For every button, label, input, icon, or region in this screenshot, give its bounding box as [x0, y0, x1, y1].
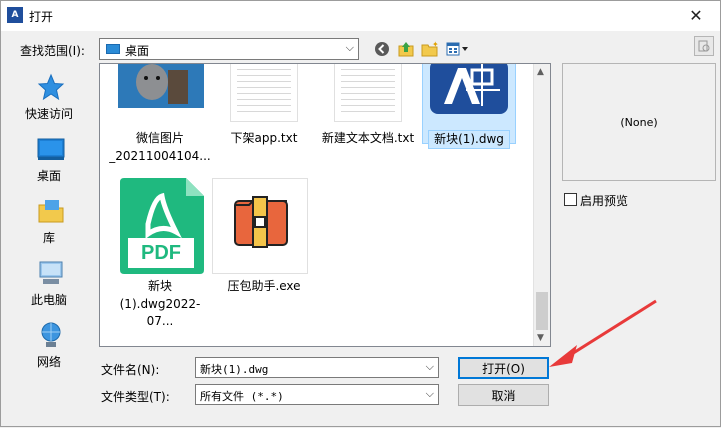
- dialog-title: 打开: [29, 10, 54, 24]
- library-icon: [37, 197, 65, 225]
- svg-text:✦: ✦: [432, 40, 439, 49]
- file-name: 下架app.txt: [230, 131, 298, 145]
- file-item[interactable]: 新建文本文档.txt: [316, 64, 420, 154]
- place-label: 网络: [36, 355, 61, 369]
- filetype-value: 所有文件 (*.*): [200, 390, 284, 403]
- file-name: 微信图片: [135, 131, 184, 145]
- place-label: 快速访问: [24, 107, 73, 121]
- file-item[interactable]: 微信图片 _20211004104...: [108, 64, 212, 174]
- file-list-scrollbar[interactable]: ▲ ▼: [533, 64, 550, 346]
- place-label: 桌面: [36, 169, 61, 183]
- tools-icon[interactable]: [694, 36, 714, 56]
- new-folder-icon[interactable]: ✦: [421, 40, 439, 58]
- chevron-down-icon[interactable]: ⌵: [426, 360, 434, 374]
- network-icon: [37, 321, 65, 349]
- enable-preview-checkbox[interactable]: [564, 193, 577, 206]
- star-icon: [37, 73, 65, 101]
- place-label: 库: [42, 231, 55, 245]
- open-file-dialog: A 打开 ✕ 查找范围(I): 桌面 ⌵ ✦ 快速访问 桌面 库 此电脑 网络 …: [0, 0, 721, 427]
- pdf-badge-label: PDF: [141, 242, 181, 264]
- back-icon[interactable]: [373, 40, 391, 58]
- place-quick-access[interactable]: 快速访问: [7, 67, 91, 127]
- file-name: 新块(1).dwg: [428, 130, 510, 149]
- look-in-value: 桌面: [125, 44, 150, 58]
- place-network[interactable]: 网络: [7, 315, 91, 375]
- chevron-down-icon: ⌵: [345, 41, 354, 54]
- scroll-up-icon[interactable]: ▲: [537, 67, 544, 77]
- filename-label: 文件名(N):: [101, 363, 160, 377]
- computer-icon: [37, 259, 65, 287]
- text-file-thumbnail: [334, 64, 402, 122]
- desktop-icon: [37, 135, 65, 163]
- place-this-pc[interactable]: 此电脑: [7, 253, 91, 313]
- cancel-button[interactable]: 取消: [458, 384, 549, 406]
- photo-thumbnail: [118, 64, 204, 108]
- scroll-down-icon[interactable]: ▼: [537, 333, 544, 343]
- places-bar: 快速访问 桌面 库 此电脑 网络: [7, 63, 91, 383]
- filetype-select[interactable]: 所有文件 (*.*) ⌵: [195, 384, 439, 405]
- filename-value: 新块(1).dwg: [200, 363, 269, 376]
- file-name: 新建文本文档.txt: [321, 131, 415, 145]
- chevron-down-icon[interactable]: ⌵: [426, 387, 434, 401]
- place-library[interactable]: 库: [7, 191, 91, 251]
- preview-text: (None): [620, 115, 658, 129]
- place-label: 此电脑: [30, 293, 67, 307]
- file-name-line2: (1).dwg2022-07...: [119, 297, 201, 328]
- file-item-selected[interactable]: 新块(1).dwg: [416, 64, 520, 154]
- file-item[interactable]: 下架app.txt: [212, 64, 316, 154]
- app-logo-icon: A: [7, 7, 23, 23]
- text-file-thumbnail: [230, 64, 298, 122]
- file-name-line2: _20211004104...: [109, 149, 211, 163]
- file-item[interactable]: 压包助手.exe: [212, 178, 316, 298]
- filename-input[interactable]: 新块(1).dwg ⌵: [195, 357, 439, 378]
- look-in-dropdown[interactable]: 桌面 ⌵: [99, 38, 359, 60]
- file-name: 压包助手.exe: [227, 279, 301, 293]
- desktop-folder-icon: [106, 44, 120, 54]
- up-folder-icon[interactable]: [397, 40, 415, 58]
- archive-exe-thumbnail: [212, 178, 308, 274]
- dwg-file-thumbnail: [426, 64, 512, 116]
- place-desktop[interactable]: 桌面: [7, 129, 91, 189]
- enable-preview-label: 启用预览: [580, 194, 629, 208]
- close-button[interactable]: ✕: [674, 1, 718, 29]
- look-in-label: 查找范围(I):: [20, 44, 85, 58]
- file-name: 新块: [147, 279, 172, 293]
- open-button[interactable]: 打开(O): [458, 357, 549, 379]
- title-bar: A 打开 ✕: [1, 1, 720, 31]
- file-list[interactable]: 微信图片 _20211004104... 下架app.txt 新建文本文档.tx…: [99, 63, 551, 347]
- filetype-label: 文件类型(T):: [101, 390, 170, 404]
- preview-pane: (None): [562, 63, 716, 181]
- file-item[interactable]: PDF 新块 (1).dwg2022-07...: [108, 178, 212, 328]
- views-icon[interactable]: [445, 40, 471, 58]
- scrollbar-thumb[interactable]: [536, 292, 548, 330]
